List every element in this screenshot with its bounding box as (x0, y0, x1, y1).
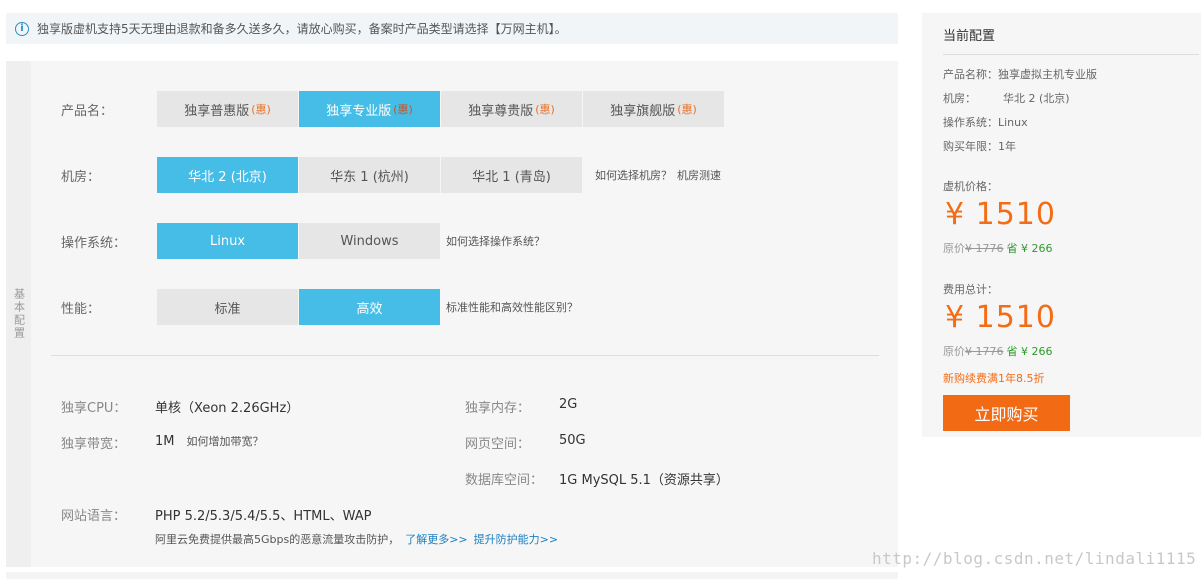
watermark: http://blog.csdn.net/lindali1115 (872, 549, 1197, 568)
datacenter-help-link[interactable]: 如何选择机房？ (595, 167, 672, 183)
buy-now-button[interactable]: 立即购买 (943, 395, 1070, 431)
language-label: 网站语言： (61, 509, 127, 524)
os-option-windows[interactable]: Windows (299, 223, 440, 259)
product-option-puhui[interactable]: 独享普惠版 (惠) (157, 91, 298, 127)
os-option-linux[interactable]: Linux (157, 223, 298, 259)
total-save: 省 ¥ 266 (1006, 345, 1053, 358)
side-tab-label: 基本配置 (12, 288, 26, 340)
summary-panel: 当前配置 产品名称：独享虚拟主机专业版 机房： 华北 2 (北京) 操作系统：Li… (922, 13, 1201, 437)
bottom-section-edge (6, 572, 898, 579)
cpu-label: 独享CPU： (61, 401, 127, 416)
discount-badge: (惠) (535, 103, 555, 116)
performance-label: 性能： (61, 301, 101, 317)
vm-original-price: 原价¥ 1776 省 ¥ 266 (943, 242, 1053, 255)
cpu-value: 单核（Xeon 2.26GHz） (155, 401, 300, 416)
memory-value: 2G (559, 397, 578, 412)
summary-product: 产品名称：独享虚拟主机专业版 (943, 68, 1097, 81)
notice-bar: i 独享版虚机支持5天无理由退款和备多久送多久，请放心购买，备案时产品类型请选择… (6, 13, 898, 44)
divider (51, 355, 879, 356)
webspace-label: 网页空间： (465, 437, 531, 452)
datacenter-option-qingdao[interactable]: 华北 1 (青岛) (441, 157, 582, 193)
product-option-zungui[interactable]: 独享尊贵版 (惠) (441, 91, 582, 127)
product-row: 产品名： 独享普惠版 (惠) 独享专业版 (惠) 独享尊贵版 (惠) 独享旗舰版 (惠) (61, 91, 725, 127)
os-help-link[interactable]: 如何选择操作系统？ (446, 233, 545, 249)
vm-price-label: 虚机价格： (943, 180, 998, 193)
info-icon: i (15, 21, 29, 36)
renew-discount: 新购续费满1年8.5折 (943, 372, 1045, 385)
memory-label: 独享内存： (465, 401, 531, 416)
database-value: 1G MySQL 5.1（资源共享） (559, 473, 729, 488)
os-row: 操作系统： Linux Windows 如何选择操作系统？ (61, 223, 545, 259)
performance-row: 性能： 标准 高效 标准性能和高效性能区别？ (61, 289, 578, 325)
os-label: 操作系统： (61, 235, 127, 251)
vm-price: ¥ 1510 (945, 197, 1056, 232)
database-label: 数据库空间： (465, 473, 544, 488)
performance-option-standard[interactable]: 标准 (157, 289, 298, 325)
vm-save: 省 ¥ 266 (1006, 242, 1053, 255)
datacenter-option-beijing[interactable]: 华北 2 (北京) (157, 157, 298, 193)
total-price: ¥ 1510 (945, 300, 1056, 335)
ddos-notice: 阿里云免费提供最高5Gbps的恶意流量攻击防护， 了解更多>> 提升防护能力>> (155, 533, 559, 546)
total-label: 费用总计： (943, 283, 998, 296)
summary-room: 机房： 华北 2 (北京) (943, 92, 1070, 105)
discount-badge: (惠) (251, 103, 271, 116)
summary-term: 购买年限：1年 (943, 140, 1016, 153)
datacenter-speedtest-link[interactable]: 机房测速 (677, 167, 721, 183)
discount-badge: (惠) (677, 103, 697, 116)
learn-more-link[interactable]: 了解更多>> (405, 533, 467, 546)
datacenter-row: 机房： 华北 2 (北京) 华东 1 (杭州) 华北 1 (青岛) 如何选择机房… (61, 157, 721, 193)
side-tab: 基本配置 (6, 61, 31, 567)
notice-text: 独享版虚机支持5天无理由退款和备多久送多久，请放心购买，备案时产品类型请选择【万… (37, 22, 567, 36)
upgrade-protection-link[interactable]: 提升防护能力>> (474, 533, 558, 546)
datacenter-option-hangzhou[interactable]: 华东 1 (杭州) (299, 157, 440, 193)
bandwidth-value: 1M 如何增加带宽？ (155, 434, 264, 449)
bandwidth-label: 独享带宽： (61, 437, 127, 452)
datacenter-label: 机房： (61, 169, 101, 185)
summary-os: 操作系统：Linux (943, 116, 1028, 129)
webspace-value: 50G (559, 433, 586, 448)
performance-option-high[interactable]: 高效 (299, 289, 440, 325)
summary-title: 当前配置 (943, 29, 996, 44)
config-panel: 基本配置 产品名： 独享普惠版 (惠) 独享专业版 (惠) 独享尊贵版 (惠) 独享旗… (6, 61, 898, 567)
total-original-price: 原价¥ 1776 省 ¥ 266 (943, 345, 1053, 358)
performance-help-link[interactable]: 标准性能和高效性能区别？ (446, 299, 578, 315)
product-option-qijian[interactable]: 独享旗舰版 (惠) (583, 91, 724, 127)
product-option-zhuanye[interactable]: 独享专业版 (惠) (299, 91, 440, 127)
language-value: PHP 5.2/5.3/5.4/5.5、HTML、WAP (155, 509, 372, 524)
bandwidth-help-link[interactable]: 如何增加带宽？ (187, 435, 264, 448)
summary-divider (943, 54, 1199, 55)
discount-badge: (惠) (393, 103, 413, 116)
product-label: 产品名： (61, 103, 114, 119)
